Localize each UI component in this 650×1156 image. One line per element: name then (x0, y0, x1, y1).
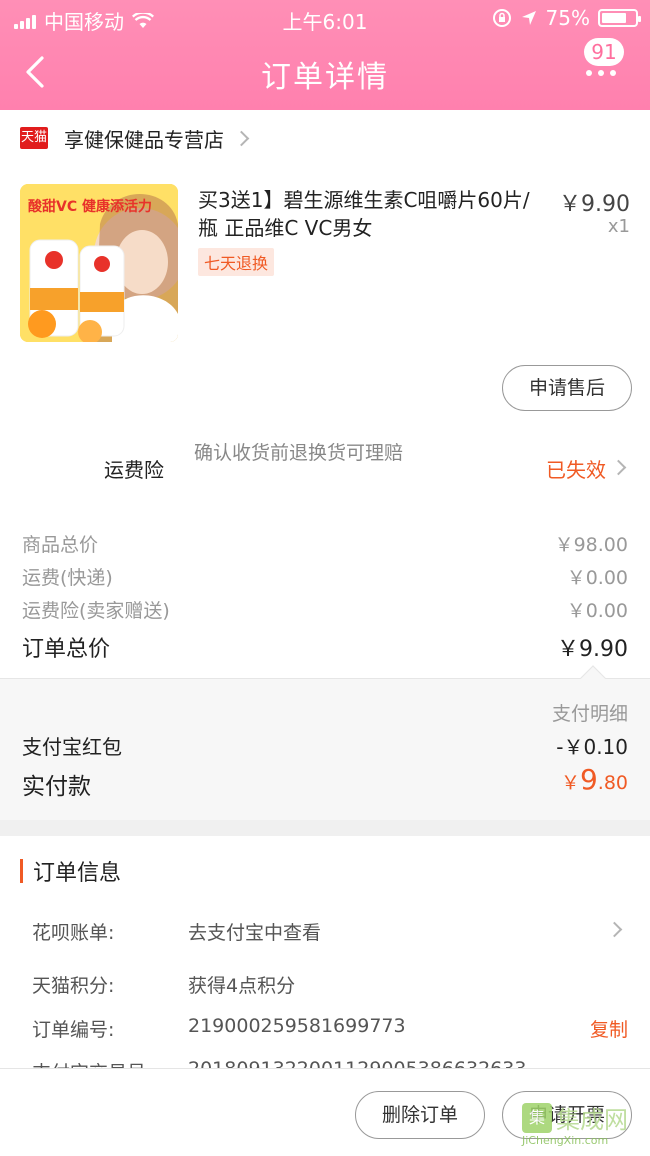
product-title[interactable]: 买3送1】碧生源维生素C咀嚼片60片/瓶 正品维C VC男女 (198, 186, 548, 242)
product-quantity: x1 (607, 216, 630, 237)
tmall-points-key: 天猫积分: (32, 975, 115, 997)
order-info-heading: 订单信息 (20, 856, 121, 886)
paid-amount-label: 实付款 (22, 774, 91, 800)
page-title: 订单详情 (261, 60, 389, 95)
chevron-right-icon (606, 921, 623, 938)
watermark-box: 集 (522, 1102, 552, 1133)
message-badge: 91 (584, 38, 624, 66)
paid-amount-value: ￥9.80 (561, 763, 628, 796)
huabei-bill-row[interactable]: 花呗账单: 去支付宝中查看 (0, 918, 650, 958)
shop-name: 享健保健品专营店 (64, 127, 224, 152)
return-policy-tag: 七天退换 (198, 248, 275, 276)
goods-total-label: 商品总价 (22, 534, 99, 556)
heading-accent-bar (20, 859, 23, 883)
header: 中国移动 上午6:01 75% 订单详情 91 (0, 0, 650, 110)
chevron-right-icon (233, 130, 250, 146)
battery-fill (602, 13, 626, 23)
order-number-key: 订单编号: (32, 1019, 115, 1041)
paid-decimal: .80 (597, 772, 628, 794)
chevron-right-icon (610, 459, 627, 476)
paid-currency: ￥ (560, 772, 580, 794)
copy-order-number-button[interactable]: 复制 (590, 1015, 628, 1042)
huabei-bill-value: 去支付宝中查看 (188, 922, 322, 944)
huabei-bill-key: 花呗账单: (32, 922, 115, 944)
payment-detail-label: 支付明细 (551, 703, 628, 725)
shipping-label: 运费(快递) (22, 567, 113, 589)
tmall-points-value: 获得4点积分 (188, 975, 296, 997)
tmall-points-row: 天猫积分: 获得4点积分 (0, 971, 650, 1011)
section-divider (0, 820, 650, 836)
order-total-value: ￥9.90 (557, 637, 628, 662)
alipay-redpacket-label: 支付宝红包 (22, 735, 122, 759)
rotation-lock-icon (492, 9, 511, 27)
more-menu-button[interactable]: 91 (566, 38, 636, 98)
order-number-value: 219000259581699773 (188, 1015, 406, 1037)
order-number-row: 订单编号: 219000259581699773 复制 (0, 1015, 650, 1055)
panel-notch (580, 665, 606, 691)
product-image[interactable]: 酸甜VC 健康添活力 (20, 184, 178, 342)
payment-detail-panel: 支付明细 支付宝红包 -￥0.10 实付款 ￥9.80 (0, 665, 650, 820)
watermark-logo: 集 集成网 JiChengXin.com (522, 1100, 642, 1150)
delete-order-button[interactable]: 删除订单 (355, 1091, 485, 1139)
status-bar: 中国移动 上午6:01 75% (0, 0, 650, 38)
battery-icon (598, 9, 641, 27)
watermark-url: JiChengXin.com (522, 1134, 609, 1147)
status-right: 75% (492, 6, 641, 30)
insurance-label: 运费险 (104, 458, 164, 482)
apply-aftersale-button[interactable]: 申请售后 (502, 365, 632, 411)
alipay-redpacket-value: -￥0.10 (556, 735, 628, 759)
shipping-value: ￥0.00 (566, 567, 628, 589)
watermark-text: 集成网 (556, 1106, 628, 1134)
shipping-insurance-value: ￥0.00 (566, 600, 628, 622)
location-arrow-icon (521, 11, 536, 25)
more-dots-icon (586, 70, 616, 76)
shipping-insurance-row[interactable]: 运费险 确认收货前退换货可理赔 已失效 (0, 432, 650, 502)
shipping-insurance-label: 运费险(卖家赠送) (22, 600, 170, 622)
insurance-status: 已失效 (546, 458, 606, 482)
order-info-title: 订单信息 (33, 861, 122, 886)
tmall-logo-icon: 天猫 (20, 127, 48, 149)
watermark-top: 集 集成网 (522, 1100, 628, 1135)
order-total-label: 订单总价 (22, 637, 111, 662)
battery-percent: 75% (545, 6, 590, 30)
shop-row[interactable]: 天猫 享健保健品专营店 (0, 110, 650, 166)
insurance-description: 确认收货前退换货可理赔 (194, 442, 404, 464)
paid-integer: 9 (579, 763, 598, 796)
product-price: ￥9.90 (559, 192, 630, 217)
goods-total-value: ￥98.00 (554, 534, 628, 556)
product-image-banner: 酸甜VC 健康添活力 (28, 199, 152, 215)
